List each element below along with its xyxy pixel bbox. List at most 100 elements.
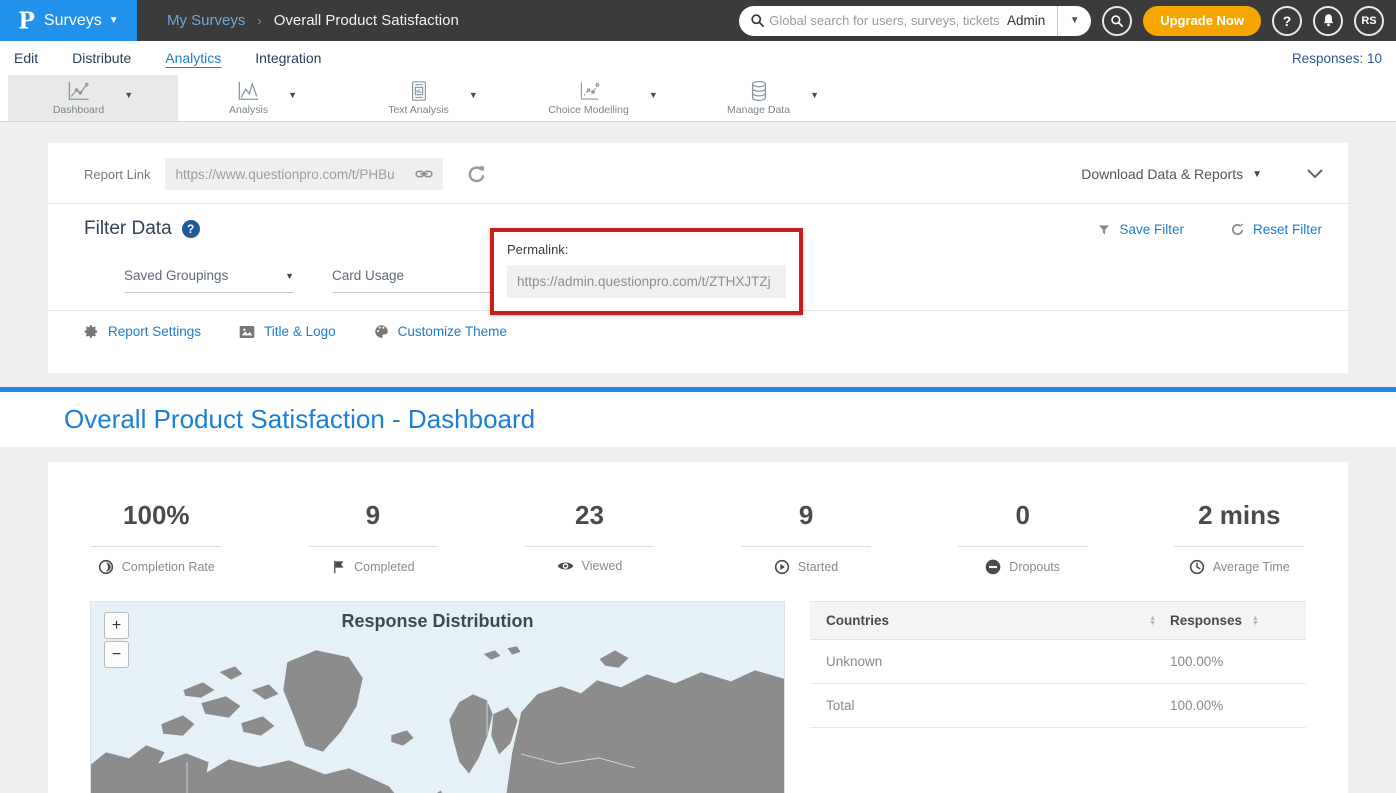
global-search-input[interactable] xyxy=(769,13,1001,28)
title-band: Overall Product Satisfaction - Dashboard xyxy=(0,392,1396,447)
breadcrumb-separator: › xyxy=(257,13,261,28)
chevron-down-icon: ▼ xyxy=(1252,169,1262,180)
table-row: Total 100.00% xyxy=(810,684,1306,728)
report-link-url: https://www.questionpro.com/t/PHBu xyxy=(175,167,409,182)
tab-integration[interactable]: Integration xyxy=(255,50,321,66)
stat-label: Started xyxy=(798,560,838,574)
toolbar-text-analysis[interactable]: Text Analysis ▼ xyxy=(348,75,518,121)
product-name: Surveys xyxy=(44,12,102,30)
country-cell: Unknown xyxy=(826,654,1170,669)
reset-filter-button[interactable]: Reset Filter xyxy=(1230,222,1322,237)
save-filter-button[interactable]: Save Filter xyxy=(1097,222,1184,237)
breadcrumb-current-survey: Overall Product Satisfaction xyxy=(274,12,459,29)
chevron-down-icon[interactable]: ▼ xyxy=(124,90,133,100)
secure-link-icon[interactable] xyxy=(467,165,486,184)
zoom-out-button[interactable]: − xyxy=(104,641,129,668)
report-link-row: Report Link https://www.questionpro.com/… xyxy=(48,143,1348,204)
help-button[interactable]: ? xyxy=(1272,6,1302,36)
toolbar-label: Manage Data xyxy=(727,104,790,116)
funnel-icon xyxy=(1097,223,1111,237)
country-cell: Total xyxy=(826,698,1170,713)
product-switcher[interactable]: P Surveys ▼ xyxy=(0,0,137,41)
link-icon[interactable] xyxy=(415,167,433,181)
tab-edit[interactable]: Edit xyxy=(14,50,38,66)
search-scope-dropdown[interactable]: ▼ xyxy=(1058,15,1091,26)
sort-icon[interactable]: ▲▼ xyxy=(1252,616,1259,626)
card-usage-label: Card Usage xyxy=(332,268,404,283)
stat-average-time: 2 mins Average Time xyxy=(1131,500,1348,575)
stat-value: 23 xyxy=(575,500,604,531)
stat-dropouts: 0 Dropouts xyxy=(914,500,1131,575)
upgrade-now-button[interactable]: Upgrade Now xyxy=(1143,6,1261,36)
eye-icon xyxy=(557,559,574,573)
scatter-chart-icon xyxy=(576,80,601,102)
stat-value: 2 mins xyxy=(1198,500,1280,531)
search-icon xyxy=(1110,14,1124,28)
permalink-field[interactable]: https://admin.questionpro.com/t/ZTHXJTZj xyxy=(507,265,786,298)
stat-label: Dropouts xyxy=(1009,560,1060,574)
toolbar-label: Analysis xyxy=(229,104,268,116)
permalink-annotation-box: Permalink: https://admin.questionpro.com… xyxy=(490,228,803,315)
play-circle-icon xyxy=(774,559,790,575)
title-logo-link[interactable]: Title & Logo xyxy=(239,324,336,339)
image-icon xyxy=(239,325,255,339)
toolbar-manage-data[interactable]: Manage Data ▼ xyxy=(688,75,858,121)
line-chart-icon xyxy=(235,80,262,102)
stat-completed: 9 Completed xyxy=(265,500,482,575)
stat-value: 100% xyxy=(123,500,190,531)
toolbar-dashboard[interactable]: Dashboard ▼ xyxy=(8,75,178,121)
tab-analytics[interactable]: Analytics xyxy=(165,50,221,66)
bell-icon xyxy=(1321,13,1336,28)
notifications-button[interactable] xyxy=(1313,6,1343,36)
toolbar-analysis[interactable]: Analysis ▼ xyxy=(178,75,348,121)
stat-label: Completion Rate xyxy=(122,560,215,574)
toolbar-choice-modelling[interactable]: Choice Modelling ▼ xyxy=(518,75,688,121)
stat-started: 9 Started xyxy=(698,500,915,575)
collapse-panel-chevron[interactable] xyxy=(1306,168,1324,180)
breadcrumb-my-surveys[interactable]: My Surveys xyxy=(167,12,245,29)
save-filter-label: Save Filter xyxy=(1119,222,1184,237)
stat-value: 9 xyxy=(366,500,380,531)
report-actions: Download Data & Reports ▼ xyxy=(1081,166,1324,182)
title-logo-label: Title & Logo xyxy=(264,324,336,339)
palette-icon xyxy=(374,324,389,339)
stat-value: 0 xyxy=(1015,500,1029,531)
permalink-label: Permalink: xyxy=(507,242,786,257)
flag-icon xyxy=(331,559,346,575)
customize-theme-link[interactable]: Customize Theme xyxy=(374,324,507,339)
gear-icon xyxy=(84,324,99,339)
responses-cell: 100.00% xyxy=(1170,654,1290,669)
report-settings-link[interactable]: Report Settings xyxy=(84,324,201,339)
download-data-reports-menu[interactable]: Download Data & Reports ▼ xyxy=(1081,166,1262,182)
page-title: Overall Product Satisfaction - Dashboard xyxy=(64,404,535,435)
responses-cell: 100.00% xyxy=(1170,698,1290,713)
zoom-in-button[interactable]: + xyxy=(104,612,129,639)
toolbar-label: Text Analysis xyxy=(388,104,449,116)
response-distribution-map[interactable]: Response Distribution + − xyxy=(90,601,785,793)
report-filter-card: Report Link https://www.questionpro.com/… xyxy=(48,143,1348,373)
report-link-field[interactable]: https://www.questionpro.com/t/PHBu xyxy=(165,158,443,190)
card-usage-dropdown[interactable]: Card Usage ▼ xyxy=(332,268,502,293)
chevron-down-icon[interactable]: ▼ xyxy=(288,90,297,100)
minus-circle-icon xyxy=(985,559,1001,575)
sort-icon[interactable]: ▲▼ xyxy=(1149,616,1156,626)
filter-help-icon[interactable]: ? xyxy=(182,220,200,238)
map-title: Response Distribution xyxy=(91,602,784,632)
search-button[interactable] xyxy=(1102,6,1132,36)
stat-viewed: 23 Viewed xyxy=(481,500,698,575)
stat-value: 9 xyxy=(799,500,813,531)
top-header: P Surveys ▼ My Surveys › Overall Product… xyxy=(0,0,1396,41)
refresh-icon xyxy=(1230,222,1245,237)
breadcrumb: My Surveys › Overall Product Satisfactio… xyxy=(167,12,459,29)
saved-groupings-dropdown[interactable]: Saved Groupings ▼ xyxy=(124,268,294,293)
analytics-toolbar: Dashboard ▼ Analysis ▼ Text Analysis ▼ C… xyxy=(0,75,1396,122)
chevron-down-icon[interactable]: ▼ xyxy=(810,90,819,100)
countries-table: Countries ▲▼ Responses ▲▼ Unknown 100.00… xyxy=(810,601,1306,793)
visualizations-row: Response Distribution + − Countries ▲▼ R… xyxy=(90,601,1306,793)
chevron-down-icon[interactable]: ▼ xyxy=(469,90,478,100)
chevron-down-icon[interactable]: ▼ xyxy=(649,90,658,100)
tab-distribute[interactable]: Distribute xyxy=(72,50,131,66)
avatar[interactable]: RS xyxy=(1354,6,1384,36)
table-row: Unknown 100.00% xyxy=(810,640,1306,684)
report-link-label: Report Link xyxy=(84,167,150,182)
